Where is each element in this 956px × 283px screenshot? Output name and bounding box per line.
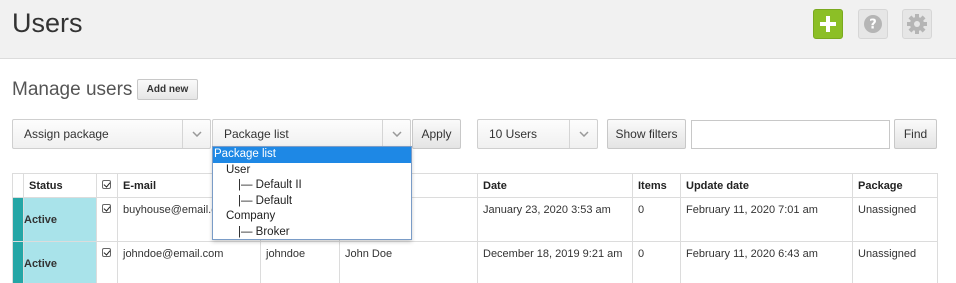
assign-package-label: Assign package bbox=[24, 127, 109, 141]
select-all-checkbox[interactable] bbox=[96, 173, 118, 198]
chevron-down-icon bbox=[382, 120, 410, 148]
update-date-cell: February 11, 2020 6:43 am bbox=[680, 241, 853, 283]
table-row: Active johndoe@email.com johndoe John Do… bbox=[12, 241, 938, 283]
date-cell: January 23, 2020 3:53 am bbox=[477, 197, 633, 242]
search-input[interactable] bbox=[691, 120, 890, 149]
settings-button[interactable] bbox=[902, 9, 932, 39]
dropdown-option-user[interactable]: User bbox=[213, 163, 411, 179]
per-page-label: 10 Users bbox=[489, 127, 538, 141]
svg-text:?: ? bbox=[869, 18, 877, 33]
email-link[interactable]: johndoe@email.com bbox=[117, 241, 261, 283]
package-list-label: Package list bbox=[224, 127, 289, 141]
date-cell: December 18, 2019 9:21 am bbox=[477, 241, 633, 283]
package-list-select[interactable]: Package list bbox=[212, 119, 411, 149]
name-cell: John Doe bbox=[339, 241, 478, 283]
table-header-items[interactable]: Items bbox=[632, 173, 681, 198]
apply-button[interactable]: Apply bbox=[412, 119, 461, 149]
plus-icon bbox=[820, 16, 836, 32]
items-cell: 0 bbox=[632, 241, 681, 283]
top-bar: Users ? bbox=[0, 0, 956, 59]
package-cell: Unassigned bbox=[852, 197, 938, 242]
section-title: Manage users bbox=[12, 79, 133, 100]
items-cell: 0 bbox=[632, 197, 681, 242]
dropdown-option-broker[interactable]: |— Broker bbox=[213, 225, 411, 241]
package-cell: Unassigned bbox=[852, 241, 938, 283]
status-bar bbox=[12, 241, 24, 283]
page-title: Users bbox=[12, 8, 83, 38]
question-icon: ? bbox=[864, 15, 882, 33]
row-checkbox[interactable] bbox=[96, 197, 118, 242]
users-table: Status E-mail Date Items Update date Pac… bbox=[12, 173, 938, 283]
table-row: Active buyhouse@email.com …ompany Januar… bbox=[12, 197, 938, 242]
username-cell: johndoe bbox=[260, 241, 340, 283]
dropdown-option-company[interactable]: Company bbox=[213, 209, 411, 225]
dropdown-option-default[interactable]: |— Default bbox=[213, 194, 411, 210]
table-header-date[interactable]: Date bbox=[477, 173, 633, 198]
update-date-cell: February 11, 2020 7:01 am bbox=[680, 197, 853, 242]
dropdown-option-default-ii[interactable]: |— Default II bbox=[213, 178, 411, 194]
row-checkbox[interactable] bbox=[96, 241, 118, 283]
table-header-row: Status E-mail Date Items Update date Pac… bbox=[12, 173, 938, 198]
dropdown-option-package-list[interactable]: Package list bbox=[213, 147, 411, 163]
table-header-status[interactable]: Status bbox=[23, 173, 97, 198]
table-header-package[interactable]: Package bbox=[852, 173, 938, 198]
show-filters-button[interactable]: Show filters bbox=[607, 119, 686, 149]
status-bar bbox=[12, 197, 24, 242]
chevron-down-icon bbox=[182, 120, 210, 148]
status-badge: Active bbox=[23, 197, 97, 242]
per-page-select[interactable]: 10 Users bbox=[477, 119, 598, 149]
chevron-down-icon bbox=[569, 120, 597, 148]
assign-package-select[interactable]: Assign package bbox=[12, 119, 211, 149]
status-badge: Active bbox=[23, 241, 97, 283]
add-user-button[interactable] bbox=[813, 9, 843, 39]
table-header-update-date[interactable]: Update date bbox=[680, 173, 853, 198]
find-button[interactable]: Find bbox=[894, 119, 937, 149]
gear-icon bbox=[907, 14, 927, 34]
package-list-dropdown: Package list User |— Default II |— Defau… bbox=[212, 146, 412, 240]
table-header-bar bbox=[12, 173, 24, 198]
help-button[interactable]: ? bbox=[858, 9, 888, 39]
add-new-button[interactable]: Add new bbox=[137, 79, 198, 100]
